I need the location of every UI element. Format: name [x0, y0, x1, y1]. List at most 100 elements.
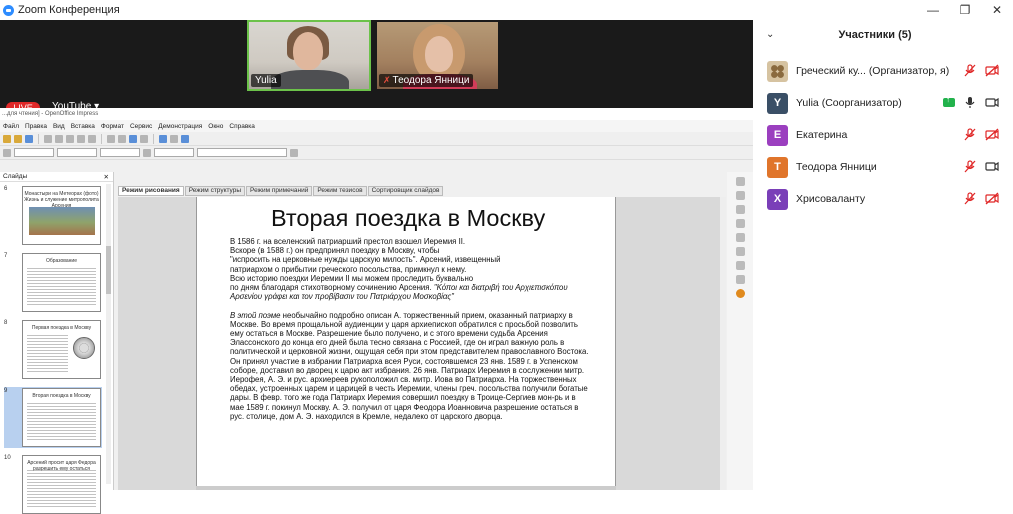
thumbnail-text-lines — [27, 335, 68, 374]
shadow-icon[interactable] — [290, 148, 298, 157]
navigator-icon[interactable] — [159, 134, 167, 143]
line-style-icon[interactable] — [3, 148, 11, 157]
participant-face — [293, 32, 323, 70]
slide-thumbnail[interactable]: 8 Первая поездка в Москву — [4, 320, 101, 379]
restore-button[interactable]: ❐ — [949, 0, 981, 20]
menu-format[interactable]: Формат — [101, 123, 124, 130]
zoom-icon[interactable] — [170, 134, 178, 143]
view-tabs: Режим рисования Режим структуры Режим пр… — [118, 186, 444, 196]
menu-help[interactable]: Справка — [229, 123, 255, 130]
menu-insert[interactable]: Вставка — [71, 123, 95, 130]
new-doc-icon[interactable] — [3, 134, 11, 143]
video-off-icon[interactable] — [985, 64, 999, 77]
functions-icon[interactable] — [735, 233, 745, 242]
styles-icon[interactable] — [735, 191, 745, 200]
line-color-select[interactable] — [100, 148, 140, 157]
slide-title: Вторая поездка в Москву — [271, 205, 546, 231]
compass-icon[interactable] — [735, 289, 745, 298]
participant-name: Yulia (Соорганизатор) — [796, 97, 902, 109]
properties-icon[interactable] — [735, 177, 745, 186]
video-off-icon[interactable] — [985, 192, 999, 205]
video-icon[interactable] — [985, 96, 999, 109]
mic-muted-icon[interactable] — [963, 64, 977, 77]
vertical-scrollbar[interactable] — [720, 197, 726, 490]
table-icon[interactable] — [140, 134, 148, 143]
slide-thumbnail[interactable]: 10 Арсений просит царя Федора разрешить … — [4, 455, 101, 514]
minimize-button[interactable]: — — [917, 0, 949, 20]
area-style-icon[interactable] — [143, 148, 151, 157]
menu-view[interactable]: Вид — [53, 123, 65, 130]
participant-name: Екатерина — [796, 129, 848, 141]
tab-slide-sorter[interactable]: Сортировщик слайдов — [367, 186, 444, 196]
chart-icon[interactable] — [129, 134, 137, 143]
participant-row[interactable]: Греческий ку... (Организатор, я) — [767, 60, 1003, 82]
video-tile-teodora[interactable]: ✗ Теодора Янници — [375, 20, 500, 91]
thumbnail-text-lines — [27, 268, 96, 307]
master-slides-icon[interactable] — [735, 275, 745, 284]
participant-body — [271, 70, 349, 89]
print-icon[interactable] — [44, 134, 52, 143]
menu-slideshow[interactable]: Демонстрация — [158, 123, 202, 130]
participant-status-icons — [963, 160, 999, 173]
menu-window[interactable]: Окно — [208, 123, 223, 130]
menu-file[interactable]: Файл — [3, 123, 19, 130]
toolbar-separator — [101, 133, 102, 144]
animation-icon[interactable] — [735, 247, 745, 256]
participant-row[interactable]: Y Yulia (Соорганизатор) — [767, 92, 1003, 114]
participant-status-icons — [963, 128, 999, 141]
mic-muted-icon[interactable] — [963, 160, 977, 173]
cut-icon[interactable] — [66, 134, 74, 143]
redo-icon[interactable] — [118, 134, 126, 143]
slide-thumbnail-selected[interactable]: 9 Вторая поездка в Москву — [4, 387, 102, 448]
save-icon[interactable] — [25, 134, 33, 143]
tab-handout[interactable]: Режим тезисов — [313, 186, 367, 196]
copy-icon[interactable] — [77, 134, 85, 143]
spellcheck-icon[interactable] — [55, 134, 63, 143]
line-width-field[interactable] — [57, 148, 97, 157]
slide-number: 9 — [4, 388, 8, 394]
mic-muted-icon[interactable] — [963, 128, 977, 141]
undo-icon[interactable] — [107, 134, 115, 143]
tab-outline[interactable]: Режим структуры — [184, 186, 246, 196]
open-icon[interactable] — [14, 134, 22, 143]
video-tile-yulia[interactable]: Yulia — [247, 20, 371, 91]
menu-tools[interactable]: Сервис — [130, 123, 152, 130]
horizontal-scrollbar[interactable] — [196, 486, 616, 490]
navigator-icon[interactable] — [735, 219, 745, 228]
close-button[interactable]: ✕ — [981, 0, 1013, 20]
seal-image — [73, 337, 95, 359]
impress-titlebar: ...для чтения] - OpenOffice Impress — [0, 108, 753, 120]
impress-toolbar-2 — [0, 146, 753, 160]
impress-menubar: Файл Правка Вид Вставка Формат Сервис Де… — [0, 120, 753, 132]
area-color-select[interactable] — [197, 148, 287, 157]
tab-notes[interactable]: Режим примечаний — [246, 186, 313, 196]
close-panel-icon[interactable]: ✕ — [104, 173, 109, 181]
slide-italic-lead: В этой поэме — [230, 310, 281, 320]
avatar: Y — [767, 92, 788, 114]
paste-icon[interactable] — [88, 134, 96, 143]
participant-row[interactable]: T Теодора Янници — [767, 156, 1003, 178]
avatar: E — [767, 124, 788, 146]
line-style-select[interactable] — [14, 148, 54, 157]
help-icon[interactable] — [181, 134, 189, 143]
gallery-icon[interactable] — [735, 205, 745, 214]
menu-edit[interactable]: Правка — [25, 123, 47, 130]
slide-thumbnail[interactable]: 7 Образование — [4, 253, 101, 312]
participant-status-icons — [963, 64, 999, 77]
transition-icon[interactable] — [735, 261, 745, 270]
video-icon[interactable] — [985, 160, 999, 173]
participant-row[interactable]: X Хрисоваланту — [767, 188, 1003, 210]
thumbnail-title: Образование — [46, 258, 77, 264]
slides-scrollbar[interactable] — [106, 184, 111, 484]
slide-paragraph-2: необычайно подробно описан А. торжествен… — [230, 310, 589, 421]
video-off-icon[interactable] — [985, 128, 999, 141]
tab-drawing[interactable]: Режим рисования — [118, 186, 184, 196]
slide-thumbnail[interactable]: 6 Монастыри на Метеорах (фото) Жизнь и с… — [4, 186, 101, 245]
mic-icon[interactable] — [963, 96, 977, 109]
current-slide[interactable]: Вторая поездка в Москву В 1586 г. на все… — [196, 197, 616, 487]
scrollbar-thumb[interactable] — [106, 246, 111, 294]
mic-muted-icon[interactable] — [963, 192, 977, 205]
area-fill-select[interactable] — [154, 148, 194, 157]
participant-row[interactable]: E Екатерина — [767, 124, 1003, 146]
toolbar-separator — [38, 133, 39, 144]
